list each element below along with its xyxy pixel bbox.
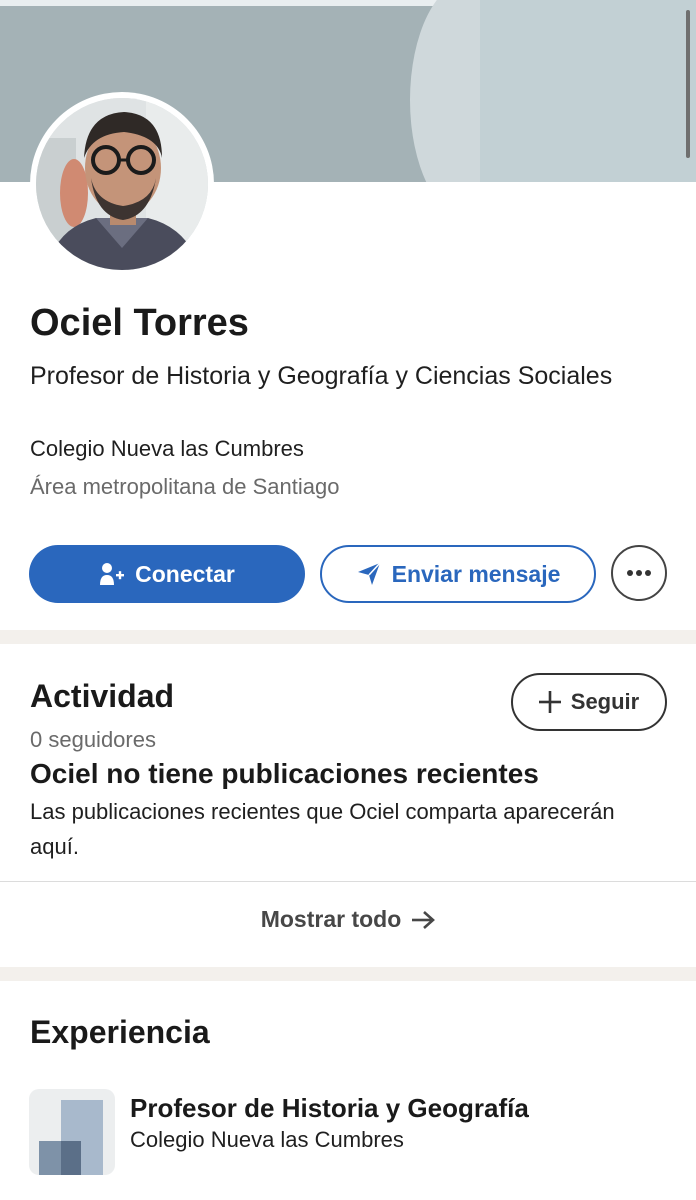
show-all-label: Mostrar todo xyxy=(260,906,402,932)
experience-company: Colegio Nueva las Cumbres xyxy=(130,1127,404,1152)
divider-line xyxy=(0,881,696,882)
experience-title: Experiencia xyxy=(30,1014,210,1050)
empty-activity-description: Las publicaciones recientes que Ociel co… xyxy=(30,799,615,859)
logo-block xyxy=(61,1141,81,1175)
section-divider xyxy=(0,967,696,981)
connect-label: Conectar xyxy=(135,560,235,587)
activity-title: Actividad xyxy=(30,678,175,714)
profile-name: Ociel Torres xyxy=(30,302,249,344)
profile-location: Área metropolitana de Santiago xyxy=(30,474,340,499)
send-icon xyxy=(356,561,382,587)
followers-count: 0 seguidores xyxy=(30,727,156,752)
send-message-label: Enviar mensaje xyxy=(391,560,561,587)
show-all-button[interactable]: Mostrar todo xyxy=(0,906,696,933)
section-divider xyxy=(0,630,696,644)
banner-panel xyxy=(480,0,696,182)
scrollbar[interactable] xyxy=(686,10,690,158)
follow-label: Seguir xyxy=(570,689,640,714)
experience-role[interactable]: Profesor de Historia y Geografía xyxy=(130,1093,529,1124)
arrow-right-icon xyxy=(411,910,436,930)
follow-button[interactable]: Seguir xyxy=(511,673,667,731)
ellipsis-icon xyxy=(626,564,652,582)
profile-photo xyxy=(36,98,208,270)
plus-icon xyxy=(538,691,561,713)
person-photo-icon xyxy=(36,98,208,270)
connect-button[interactable]: Conectar xyxy=(29,545,305,603)
avatar[interactable] xyxy=(30,92,214,276)
profile-headline: Profesor de Historia y Geografía y Cienc… xyxy=(30,362,613,390)
add-person-icon xyxy=(99,561,125,587)
profile-company[interactable]: Colegio Nueva las Cumbres xyxy=(30,436,304,462)
more-options-button[interactable] xyxy=(611,545,667,601)
company-logo-icon[interactable] xyxy=(29,1089,115,1175)
empty-activity-title: Ociel no tiene publicaciones recientes xyxy=(30,758,539,789)
send-message-button[interactable]: Enviar mensaje xyxy=(320,545,596,603)
